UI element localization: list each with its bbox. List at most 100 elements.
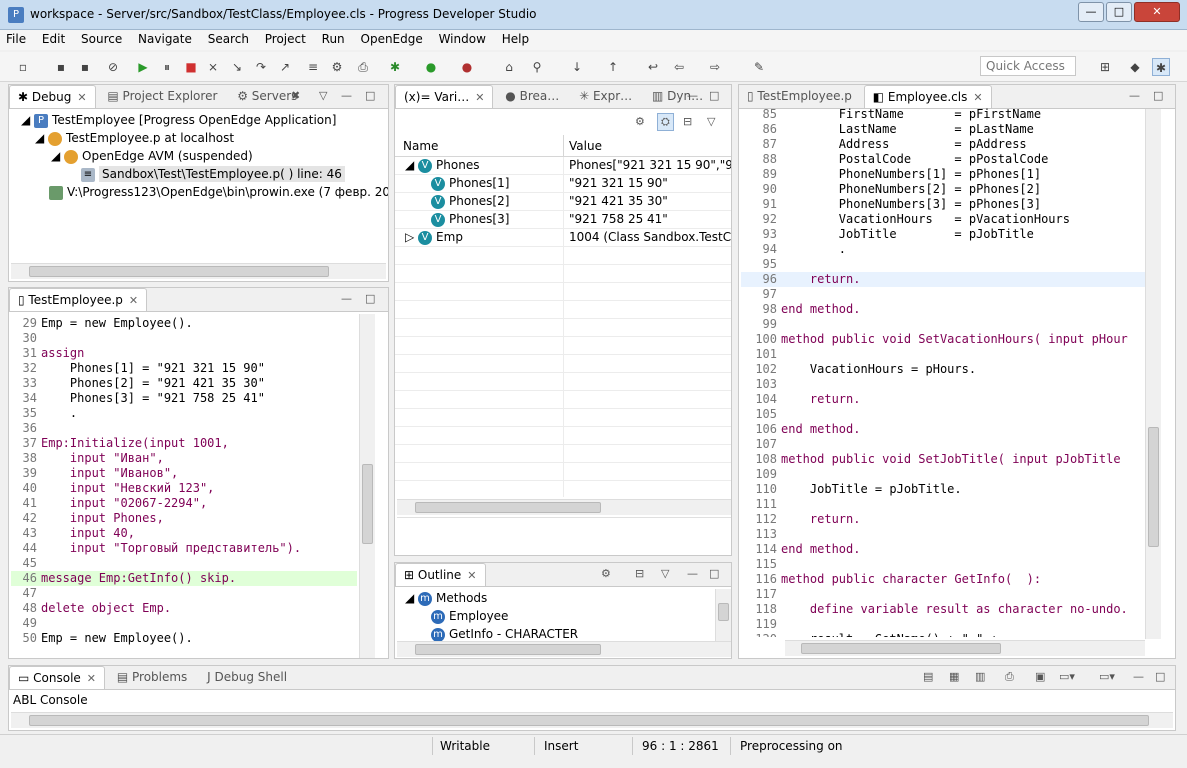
resume-icon[interactable]: ▶: [134, 58, 152, 76]
menu-navigate[interactable]: Navigate: [132, 30, 198, 48]
code-line[interactable]: 95: [741, 257, 1147, 272]
view-menu-icon[interactable]: ▽: [319, 89, 327, 102]
code-line[interactable]: 46 message Emp:GetInfo() skip.: [11, 571, 357, 586]
code-line[interactable]: 110 JobTitle = pJobTitle.: [741, 482, 1147, 497]
code-line[interactable]: 117: [741, 587, 1147, 602]
menu-search[interactable]: Search: [202, 30, 255, 48]
code-line[interactable]: 113: [741, 527, 1147, 542]
minimize-view-icon[interactable]: —: [341, 89, 352, 102]
open-type-icon[interactable]: ⌂: [500, 58, 518, 76]
code-line[interactable]: 37 Emp:Initialize(input 1001,: [11, 436, 357, 451]
close-icon[interactable]: ✕: [87, 672, 96, 685]
print-icon[interactable]: ⎙: [354, 58, 372, 76]
minimize-view-icon[interactable]: —: [341, 292, 352, 305]
column-name[interactable]: Name: [403, 139, 438, 153]
code-line[interactable]: 86 LastName = pLastName: [741, 122, 1147, 137]
tools-icon[interactable]: ⚙: [328, 58, 346, 76]
code-line[interactable]: 31 assign: [11, 346, 357, 361]
code-line[interactable]: 38 input "Иван",: [11, 451, 357, 466]
outline-item-methods[interactable]: ◢ m Methods: [395, 589, 731, 607]
pin-editor-icon[interactable]: ✎: [750, 58, 768, 76]
scroll-thumb[interactable]: [29, 715, 1149, 726]
save-icon[interactable]: ▪: [52, 58, 70, 76]
variable-detail-pane[interactable]: [397, 517, 731, 555]
outline-hscrollbar[interactable]: [397, 641, 731, 657]
maximize-view-icon[interactable]: □: [365, 89, 375, 102]
code-line[interactable]: 108 method public void SetJobTitle( input…: [741, 452, 1147, 467]
code-line[interactable]: 97: [741, 287, 1147, 302]
console-menu-icon[interactable]: ▭▾: [1059, 670, 1075, 683]
show-logical-structure-icon[interactable]: ⛭: [657, 113, 674, 131]
code-line[interactable]: 41 input "02067-2294",: [11, 496, 357, 511]
close-icon[interactable]: ✕: [129, 294, 138, 307]
code-line[interactable]: 48 delete object Emp.: [11, 601, 357, 616]
editor-hscrollbar[interactable]: [785, 640, 1145, 656]
search-icon[interactable]: ⚲: [528, 58, 546, 76]
scroll-thumb[interactable]: [1148, 427, 1159, 547]
code-line[interactable]: 119: [741, 617, 1147, 632]
code-line[interactable]: 88 PostalCode = pPostalCode: [741, 152, 1147, 167]
scroll-thumb[interactable]: [415, 644, 601, 655]
code-area[interactable]: 85 FirstName = pFirstName 86 LastName = p…: [741, 107, 1147, 637]
maximize-view-icon[interactable]: □: [709, 89, 719, 102]
code-line[interactable]: 50 Emp = new Employee().: [11, 631, 357, 646]
code-line[interactable]: 36: [11, 421, 357, 436]
terminate-icon[interactable]: ■: [182, 58, 200, 76]
step-over-icon[interactable]: ↷: [252, 58, 270, 76]
menu-file[interactable]: File: [0, 30, 32, 48]
code-area[interactable]: 29 Emp = new Employee(). 30 31 assign 32 Phon…: [11, 316, 357, 656]
code-line[interactable]: 102 VacationHours = pHours.: [741, 362, 1147, 377]
skip-breakpoints-icon[interactable]: ⊘: [104, 58, 122, 76]
menu-project[interactable]: Project: [259, 30, 312, 48]
tree-item-launch[interactable]: ◢ P TestEmployee [Progress OpenEdge Appli…: [9, 111, 388, 129]
code-line[interactable]: 49: [11, 616, 357, 631]
menu-openedge[interactable]: OpenEdge: [355, 30, 429, 48]
outline-vscrollbar[interactable]: [715, 589, 731, 641]
expand-arrow-icon[interactable]: ◢: [405, 158, 418, 172]
format-icon[interactable]: ≡: [304, 58, 322, 76]
disconnect-icon[interactable]: ⨯: [204, 58, 222, 76]
tree-item-avm[interactable]: ◢ OpenEdge AVM (suspended): [9, 147, 388, 165]
scroll-lock-icon[interactable]: ▦: [949, 670, 959, 683]
code-line[interactable]: 34 Phones[3] = "921 758 25 41": [11, 391, 357, 406]
code-line[interactable]: 93 JobTitle = pJobTitle: [741, 227, 1147, 242]
code-line[interactable]: 35 .: [11, 406, 357, 421]
ade-perspective-icon[interactable]: ◆: [1126, 58, 1144, 76]
tab-debug-shell[interactable]: J Debug Shell: [199, 666, 295, 689]
scroll-thumb[interactable]: [801, 643, 1001, 654]
step-return-icon[interactable]: ↗: [276, 58, 294, 76]
minimize-button[interactable]: —: [1078, 2, 1104, 22]
menu-source[interactable]: Source: [75, 30, 128, 48]
close-icon[interactable]: ✕: [77, 91, 86, 104]
code-line[interactable]: 85 FirstName = pFirstName: [741, 107, 1147, 122]
tab-employee-cls[interactable]: ◧ Employee.cls ✕: [863, 85, 992, 108]
maximize-view-icon[interactable]: □: [709, 567, 719, 580]
tab-debug[interactable]: ✱ Debug ✕: [9, 85, 96, 108]
code-line[interactable]: 118 define variable result as character …: [741, 602, 1147, 617]
open-perspective-icon[interactable]: ⊞: [1096, 58, 1114, 76]
step-into-icon[interactable]: ↘: [228, 58, 246, 76]
code-line[interactable]: 94 .: [741, 242, 1147, 257]
code-line[interactable]: 106 end method.: [741, 422, 1147, 437]
close-window-button[interactable]: ✕: [1134, 2, 1180, 22]
view-menu-icon[interactable]: ▽: [661, 567, 669, 580]
remove-terminated-icon[interactable]: ✖: [291, 89, 300, 102]
debug-perspective-icon[interactable]: ✱: [1152, 58, 1170, 76]
open-console-icon[interactable]: ▭▾: [1099, 670, 1115, 683]
code-line[interactable]: 112 return.: [741, 512, 1147, 527]
code-line[interactable]: 29 Emp = new Employee().: [11, 316, 357, 331]
editor-vscrollbar[interactable]: [359, 314, 375, 658]
tab-outline[interactable]: ⊞ Outline ✕: [395, 563, 486, 586]
outline-item-employee[interactable]: m Employee: [395, 607, 731, 625]
last-edit-icon[interactable]: ↩: [644, 58, 662, 76]
sort-icon[interactable]: ⚙: [601, 567, 611, 580]
tab-project-explorer[interactable]: ▤ Project Explorer: [99, 85, 225, 108]
menu-edit[interactable]: Edit: [36, 30, 71, 48]
pin-console-icon[interactable]: ⎙: [1005, 670, 1014, 684]
menu-run[interactable]: Run: [316, 30, 351, 48]
code-line[interactable]: 100 method public void SetVacationHours( …: [741, 332, 1147, 347]
code-line[interactable]: 47: [11, 586, 357, 601]
tree-item-target[interactable]: ◢ TestEmployee.p at localhost: [9, 129, 388, 147]
code-line[interactable]: 92 VacationHours = pVacationHours: [741, 212, 1147, 227]
tab-expressions[interactable]: ✳ Expr…: [571, 85, 640, 108]
